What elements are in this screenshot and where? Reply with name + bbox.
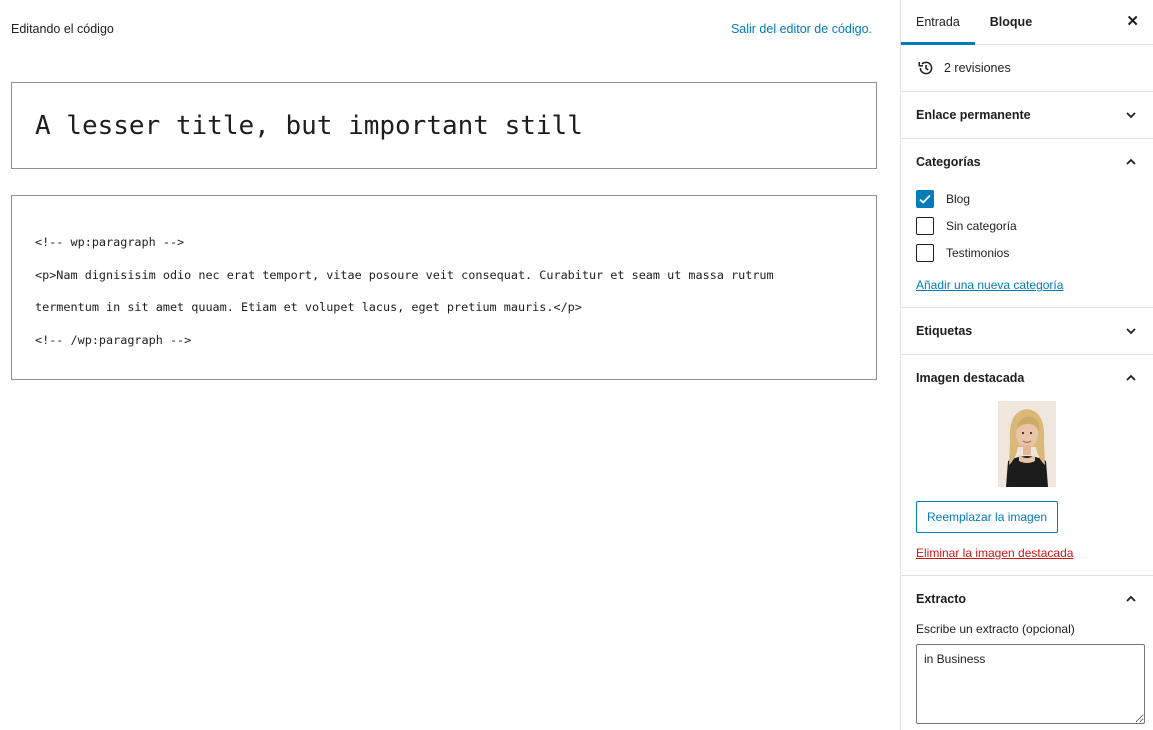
category-label: Testimonios	[946, 245, 1010, 260]
code-line: termentum in sit amet quuam. Etiam et vo…	[35, 300, 582, 314]
panel-permalink: Enlace permanente	[901, 92, 1153, 139]
panel-featured-image: Imagen destacada Reemplazar la imagen El…	[901, 355, 1153, 576]
code-line: <!-- wp:paragraph -->	[35, 235, 185, 249]
tab-bloque[interactable]: Bloque	[975, 0, 1047, 44]
excerpt-textarea[interactable]: in Business	[916, 644, 1145, 724]
panel-excerpt: Extracto Escribe un extracto (opcional) …	[901, 576, 1153, 724]
checkbox-testimonios[interactable]	[916, 243, 934, 262]
panel-tags: Etiquetas	[901, 308, 1153, 355]
panel-featured-image-toggle[interactable]: Imagen destacada	[901, 355, 1153, 401]
revisions-label: 2 revisiones	[944, 61, 1011, 75]
sidebar-tabs: Entrada Bloque ✕	[901, 0, 1153, 45]
panel-excerpt-title: Extracto	[916, 592, 967, 606]
portrait-image	[998, 401, 1056, 487]
chevron-down-icon	[1126, 328, 1136, 335]
revisions-button[interactable]: 2 revisiones	[901, 45, 1153, 92]
check-icon	[919, 194, 931, 204]
panel-categories: Categorías Blog Sin categoría Testimonio…	[901, 139, 1153, 308]
panel-featured-image-title: Imagen destacada	[916, 371, 1025, 385]
post-title-field[interactable]: A lesser title, but important still	[11, 82, 877, 169]
panel-categories-toggle[interactable]: Categorías	[901, 139, 1153, 185]
close-icon[interactable]: ✕	[1126, 14, 1139, 30]
category-label: Sin categoría	[946, 218, 1017, 233]
checkbox-blog[interactable]	[916, 189, 934, 208]
featured-image-preview-wrap	[901, 401, 1153, 501]
chevron-down-icon	[1126, 112, 1136, 119]
featured-image-thumbnail[interactable]	[998, 401, 1056, 487]
exit-code-editor-link[interactable]: Salir del editor de código.	[731, 22, 872, 36]
checkbox-sin-categoria[interactable]	[916, 216, 934, 235]
category-label: Blog	[946, 191, 971, 206]
add-category-link[interactable]: Añadir una nueva categoría	[901, 266, 1153, 307]
category-item-sin-categoria[interactable]: Sin categoría	[916, 212, 1138, 239]
tab-entrada-label: Entrada	[916, 15, 960, 29]
chevron-up-icon	[1126, 158, 1136, 165]
chevron-up-icon	[1126, 595, 1136, 602]
panel-excerpt-toggle[interactable]: Extracto	[901, 576, 1153, 622]
panel-permalink-title: Enlace permanente	[916, 108, 1031, 122]
post-title-text: A lesser title, but important still	[35, 110, 583, 141]
code-textarea[interactable]: <!-- wp:paragraph --> <p>Nam dignisisim …	[11, 195, 877, 380]
settings-sidebar: Entrada Bloque ✕ 2 revisiones Enlace per…	[900, 0, 1153, 730]
chevron-up-icon	[1126, 374, 1136, 381]
panel-tags-title: Etiquetas	[916, 324, 973, 338]
panel-permalink-toggle[interactable]: Enlace permanente	[901, 92, 1153, 138]
code-line: <!-- /wp:paragraph -->	[35, 332, 192, 347]
tab-bloque-label: Bloque	[989, 15, 1033, 29]
category-item-testimonios[interactable]: Testimonios	[916, 239, 1138, 266]
tab-entrada[interactable]: Entrada	[901, 0, 975, 45]
panel-categories-title: Categorías	[916, 155, 981, 169]
category-list: Blog Sin categoría Testimonios	[901, 185, 1153, 266]
replace-image-button[interactable]: Reemplazar la imagen	[916, 501, 1059, 533]
editing-code-label: Editando el código	[11, 22, 114, 36]
history-icon	[918, 61, 933, 75]
excerpt-label: Escribe un extracto (opcional)	[916, 622, 1075, 636]
panel-tags-toggle[interactable]: Etiquetas	[901, 308, 1153, 354]
remove-featured-image-link[interactable]: Eliminar la imagen destacada	[901, 533, 1153, 575]
code-line: <p>Nam dignisisim odio nec erat temport,…	[35, 267, 774, 282]
code-editor-area: Editando el código Salir del editor de c…	[0, 0, 900, 730]
category-item-blog[interactable]: Blog	[916, 185, 1138, 212]
